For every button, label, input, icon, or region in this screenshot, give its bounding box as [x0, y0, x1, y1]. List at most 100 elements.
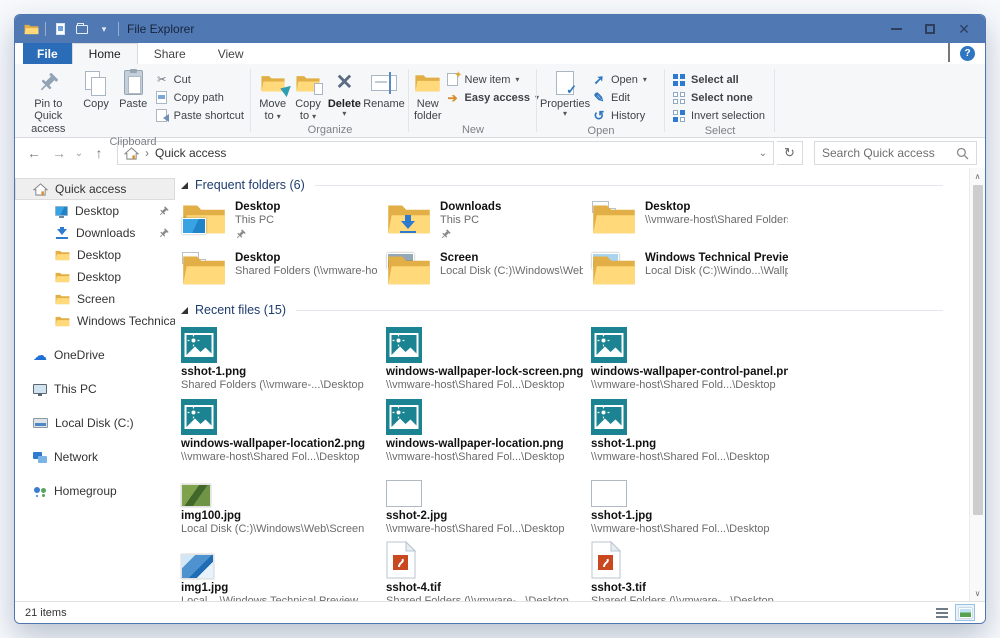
sidebar-item-screen[interactable]: Screen [15, 288, 175, 310]
scroll-up-arrow[interactable]: ∧ [970, 168, 985, 184]
sidebar-item-desktop-3[interactable]: Desktop [15, 266, 175, 288]
thumbnails-view-button[interactable] [955, 604, 975, 621]
help-button[interactable]: ? [960, 46, 975, 61]
pin-icon [158, 228, 169, 239]
folder-tile-desktop-thispc[interactable]: Desktop This PC [177, 198, 382, 244]
search-box[interactable] [814, 141, 977, 165]
delete-button[interactable]: ✕ Delete ▾ [326, 66, 363, 118]
sidebar-item-local-disk-c[interactable]: Local Disk (C:) [15, 412, 175, 434]
history-button[interactable]: ↺ History [589, 107, 650, 124]
scroll-down-arrow[interactable]: ∨ [970, 585, 985, 601]
new-item-button[interactable]: ✦ New item ▾ [443, 71, 542, 88]
qat-customize-dropdown-icon[interactable]: ▾ [96, 21, 112, 37]
file-tile[interactable]: sshot-3.tif Shared Folders (\\vmware-...… [587, 539, 792, 601]
maximize-icon [925, 24, 935, 34]
sidebar-item-downloads[interactable]: Downloads [15, 222, 175, 244]
minimize-ribbon-button[interactable] [948, 45, 950, 63]
open-button[interactable]: ➚ Open ▾ [589, 71, 650, 88]
section-rule [296, 310, 943, 311]
title-bar[interactable]: ▾ File Explorer ✕ [15, 15, 985, 43]
file-tile[interactable]: windows-wallpaper-lock-screen.png \\vmwa… [382, 323, 587, 392]
sidebar-item-network[interactable]: Network [15, 446, 175, 468]
image-file-icon [386, 323, 583, 363]
sidebar-item-desktop-pinned[interactable]: Desktop [15, 200, 175, 222]
group-label-organize: Organize [255, 123, 405, 139]
tab-view[interactable]: View [202, 43, 260, 64]
invert-selection-button[interactable]: Invert selection [669, 107, 768, 124]
sidebar-item-homegroup[interactable]: Homegroup [15, 480, 175, 502]
file-tile[interactable]: img1.jpg Local ...\Windows Technical Pre… [177, 539, 382, 601]
copy-path-button[interactable]: Copy path [152, 89, 247, 106]
select-none-button[interactable]: Select none [669, 89, 768, 106]
copy-to-button[interactable]: Copy to ▾ [290, 66, 325, 123]
file-tile[interactable]: sshot-2.jpg \\vmware-host\Shared Fol...\… [382, 467, 587, 536]
file-tile[interactable]: windows-wallpaper-control-panel.png \\vm… [587, 323, 792, 392]
address-dropdown-icon[interactable]: ⌄ [759, 148, 767, 159]
shared-folder-icon [591, 200, 637, 236]
tab-share[interactable]: Share [138, 43, 202, 64]
file-tile[interactable]: sshot-1.png Shared Folders (\\vmware-...… [177, 323, 382, 392]
file-tile[interactable]: sshot-1.png \\vmware-host\Shared Fol...\… [587, 395, 792, 464]
new-folder-button[interactable]: New folder [413, 66, 443, 123]
pin-to-quick-access-button[interactable]: Pin to Quick access [19, 66, 78, 135]
maximize-button[interactable] [915, 18, 945, 40]
tif-file-icon [386, 539, 583, 579]
file-tile[interactable]: sshot-1.jpg \\vmware-host\Shared Fol...\… [587, 467, 792, 536]
details-view-button[interactable] [932, 604, 952, 621]
sidebar-item-windows-technical-preview[interactable]: Windows Technical Preview [15, 310, 175, 332]
folder-tile-screen[interactable]: Screen Local Disk (C:)\Windows\Web [382, 249, 587, 295]
select-all-button[interactable]: Select all [669, 71, 768, 88]
edit-button[interactable]: ✎ Edit [589, 89, 650, 106]
homegroup-icon [33, 486, 47, 497]
tab-home[interactable]: Home [72, 43, 138, 64]
section-rule [315, 185, 943, 186]
copy-button[interactable]: Copy [78, 66, 115, 110]
ribbon-tab-row: File Home Share View ? [15, 43, 985, 64]
network-icon [33, 452, 47, 463]
cut-button[interactable]: ✂ Cut [152, 71, 247, 88]
desktop-background: ▾ File Explorer ✕ File Home Share View ?… [0, 0, 1000, 638]
move-to-button[interactable]: Move to ▾ [255, 66, 290, 123]
explorer-app-icon[interactable] [23, 21, 39, 37]
sidebar-item-this-pc[interactable]: This PC [15, 378, 175, 400]
folder-icon [55, 271, 70, 283]
tab-file[interactable]: File [23, 43, 72, 64]
refresh-button[interactable]: ↻ [777, 141, 803, 165]
folder-tile-desktop-shared[interactable]: Desktop \\vmware-host\Shared Folders [587, 198, 792, 244]
file-tile[interactable]: windows-wallpaper-location2.png \\vmware… [177, 395, 382, 464]
qat-new-folder-icon[interactable] [74, 21, 90, 37]
sidebar-item-desktop-2[interactable]: Desktop [15, 244, 175, 266]
vertical-scrollbar[interactable]: ∧ ∨ [969, 168, 985, 601]
section-header-recent-files[interactable]: Recent files (15) [181, 303, 943, 317]
folder-tile-downloads[interactable]: Downloads This PC [382, 198, 587, 244]
file-tile[interactable]: windows-wallpaper-location.png \\vmware-… [382, 395, 587, 464]
file-tile[interactable]: img100.jpg Local Disk (C:)\Windows\Web\S… [177, 467, 382, 536]
sidebar-item-onedrive[interactable]: ☁ OneDrive [15, 344, 175, 366]
group-label-clipboard: Clipboard [19, 135, 247, 151]
minimize-button[interactable] [881, 18, 911, 40]
paste-shortcut-button[interactable]: Paste shortcut [152, 107, 247, 124]
rename-button[interactable]: Rename [363, 66, 405, 110]
easy-access-button[interactable]: ➔ Easy access ▾ [443, 89, 542, 106]
downloads-icon [55, 227, 69, 239]
scrollbar-thumb[interactable] [973, 185, 983, 515]
navigation-pane: Quick access Desktop Downloads Desktop D… [15, 168, 175, 601]
search-input[interactable] [822, 146, 956, 160]
paste-button[interactable]: Paste [115, 66, 152, 110]
quick-access-toolbar: ▾ [23, 21, 119, 37]
folder-icon [55, 293, 70, 305]
folder-tile-desktop-shared-2[interactable]: Desktop Shared Folders (\\vmware-host)..… [177, 249, 382, 295]
sidebar-item-quick-access[interactable]: Quick access [15, 178, 175, 200]
properties-button[interactable]: ✓ Properties ▾ [541, 66, 589, 118]
file-tile[interactable]: sshot-4.tif Shared Folders (\\vmware-...… [382, 539, 587, 601]
folder-tile-windows-technical-preview[interactable]: Windows Technical Preview Local Disk (C:… [587, 249, 792, 295]
easy-access-icon: ➔ [446, 92, 460, 104]
desktop-folder-icon [181, 200, 227, 236]
new-folder-icon [414, 69, 441, 96]
scissors-icon: ✂ [155, 73, 169, 86]
downloads-folder-icon [386, 200, 432, 236]
qat-properties-icon[interactable] [52, 21, 68, 37]
collapse-triangle-icon [181, 182, 188, 189]
section-header-frequent-folders[interactable]: Frequent folders (6) [181, 178, 943, 192]
close-button[interactable]: ✕ [949, 18, 979, 40]
